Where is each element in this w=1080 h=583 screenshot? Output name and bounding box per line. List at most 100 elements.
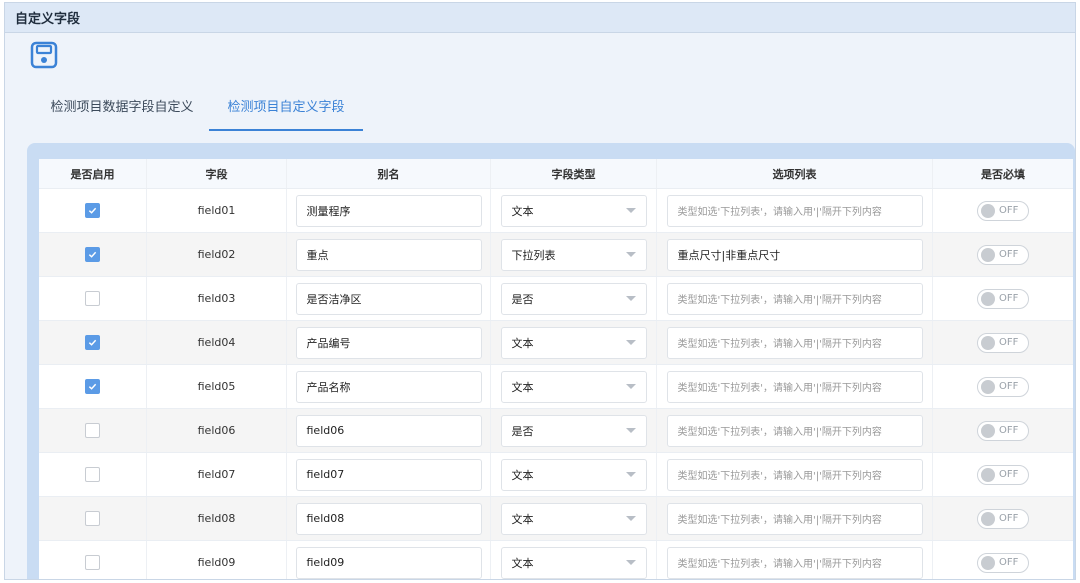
alias-cell: field08 — [287, 497, 491, 540]
alias-input[interactable]: field06 — [295, 414, 482, 447]
options-input[interactable]: 类型如选'下拉列表'，请输入用'|'隔开下列内容 — [666, 546, 923, 579]
field-type-value: 文本 — [511, 336, 534, 350]
required-cell: OFF — [933, 189, 1073, 232]
options-input[interactable]: 类型如选'下拉列表'，请输入用'|'隔开下列内容 — [666, 458, 923, 491]
alias-input[interactable]: field07 — [295, 458, 482, 491]
table-panel: 是否启用 字段 别名 字段类型 选项列表 是否必填 field01 测量程序 文本类… — [27, 143, 1075, 579]
toggle-label: OFF — [999, 249, 1019, 260]
table-row: field03 是否洁净区 是否 类型如选'下拉列表'，请输入用'|'隔开下列内容 OF… — [39, 277, 1073, 321]
required-toggle[interactable]: OFF — [977, 200, 1029, 221]
options-cell: 类型如选'下拉列表'，请输入用'|'隔开下列内容 — [657, 321, 933, 364]
chevron-down-icon — [625, 384, 636, 389]
alias-input[interactable]: 产品编号 — [295, 326, 482, 359]
tab-bar: 检测项目数据字段自定义 检测项目自定义字段 — [5, 87, 1075, 131]
toolbar — [5, 33, 1075, 77]
field-name-cell: field07 — [147, 453, 287, 496]
type-cell: 文本 — [491, 541, 657, 579]
field-type-select[interactable]: 是否 — [500, 282, 647, 315]
field-type-select[interactable]: 文本 — [500, 458, 647, 491]
field-type-select[interactable]: 下拉列表 — [500, 238, 647, 271]
checkmark-icon — [88, 207, 97, 214]
alias-input[interactable]: field08 — [295, 502, 482, 535]
toggle-label: OFF — [999, 381, 1019, 392]
alias-cell: field06 — [287, 409, 491, 452]
options-cell: 类型如选'下拉列表'，请输入用'|'隔开下列内容 — [657, 497, 933, 540]
required-cell: OFF — [933, 541, 1073, 579]
alias-input[interactable]: field09 — [295, 546, 482, 579]
field-type-select[interactable]: 文本 — [500, 194, 647, 227]
options-input[interactable]: 类型如选'下拉列表'，请输入用'|'隔开下列内容 — [666, 502, 923, 535]
enabled-cell — [39, 497, 147, 540]
type-cell: 文本 — [491, 321, 657, 364]
required-toggle[interactable]: OFF — [977, 376, 1029, 397]
enabled-cell — [39, 321, 147, 364]
enabled-checkbox[interactable] — [85, 335, 100, 350]
enabled-checkbox[interactable] — [85, 291, 100, 306]
field-type-value: 是否 — [511, 424, 534, 438]
field-type-select[interactable]: 文本 — [500, 370, 647, 403]
toggle-knob — [981, 335, 995, 350]
table-row: field05 产品名称 文本 类型如选'下拉列表'，请输入用'|'隔开下列内容 OFF — [39, 365, 1073, 409]
alias-cell: 产品名称 — [287, 365, 491, 408]
options-cell: 重点尺寸|非重点尺寸 — [657, 233, 933, 276]
options-cell: 类型如选'下拉列表'，请输入用'|'隔开下列内容 — [657, 453, 933, 496]
options-cell: 类型如选'下拉列表'，请输入用'|'隔开下列内容 — [657, 409, 933, 452]
options-cell: 类型如选'下拉列表'，请输入用'|'隔开下列内容 — [657, 541, 933, 579]
enabled-cell — [39, 277, 147, 320]
required-toggle[interactable]: OFF — [977, 552, 1029, 573]
tab-custom-field[interactable]: 检测项目自定义字段 — [209, 87, 363, 131]
required-toggle[interactable]: OFF — [977, 420, 1029, 441]
options-input[interactable]: 重点尺寸|非重点尺寸 — [666, 238, 923, 271]
field-type-select[interactable]: 是否 — [500, 414, 647, 447]
options-input[interactable]: 类型如选'下拉列表'，请输入用'|'隔开下列内容 — [666, 370, 923, 403]
enabled-checkbox[interactable] — [85, 247, 100, 262]
checkmark-icon — [88, 339, 97, 346]
alias-input[interactable]: 是否洁净区 — [295, 282, 482, 315]
table-row: field02 重点 下拉列表 重点尺寸|非重点尺寸 OFF — [39, 233, 1073, 277]
required-toggle[interactable]: OFF — [977, 288, 1029, 309]
header-options: 选项列表 — [657, 159, 933, 188]
field-name: field09 — [197, 556, 236, 569]
tab-data-field-custom[interactable]: 检测项目数据字段自定义 — [33, 87, 211, 129]
toggle-label: OFF — [999, 293, 1019, 304]
field-name: field05 — [197, 380, 236, 393]
enabled-checkbox[interactable] — [85, 511, 100, 526]
chevron-down-icon — [625, 252, 636, 257]
field-name-cell: field01 — [147, 189, 287, 232]
field-name: field04 — [197, 336, 236, 349]
field-type-value: 文本 — [511, 380, 534, 394]
custom-fields-window: 自定义字段 检测项目数据字段自定义 检测项目自定义字段 是否启用 字段 别名 字… — [4, 2, 1076, 580]
required-toggle[interactable]: OFF — [977, 332, 1029, 353]
options-input[interactable]: 类型如选'下拉列表'，请输入用'|'隔开下列内容 — [666, 282, 923, 315]
alias-input[interactable]: 重点 — [295, 238, 482, 271]
enabled-checkbox[interactable] — [85, 467, 100, 482]
alias-input[interactable]: 测量程序 — [295, 194, 482, 227]
alias-cell: field09 — [287, 541, 491, 579]
alias-cell: 测量程序 — [287, 189, 491, 232]
table-row: field07 field07 文本 类型如选'下拉列表'，请输入用'|'隔开下列内容… — [39, 453, 1073, 497]
field-type-select[interactable]: 文本 — [500, 326, 647, 359]
options-cell: 类型如选'下拉列表'，请输入用'|'隔开下列内容 — [657, 365, 933, 408]
options-cell: 类型如选'下拉列表'，请输入用'|'隔开下列内容 — [657, 277, 933, 320]
alias-cell: 是否洁净区 — [287, 277, 491, 320]
field-type-value: 是否 — [511, 292, 534, 306]
field-type-select[interactable]: 文本 — [500, 546, 647, 579]
alias-input[interactable]: 产品名称 — [295, 370, 482, 403]
enabled-checkbox[interactable] — [85, 379, 100, 394]
enabled-checkbox[interactable] — [85, 423, 100, 438]
save-icon[interactable] — [29, 40, 59, 70]
required-toggle[interactable]: OFF — [977, 508, 1029, 529]
required-toggle[interactable]: OFF — [977, 464, 1029, 485]
type-cell: 是否 — [491, 409, 657, 452]
enabled-cell — [39, 189, 147, 232]
field-type-select[interactable]: 文本 — [500, 502, 647, 535]
enabled-checkbox[interactable] — [85, 555, 100, 570]
toggle-label: OFF — [999, 337, 1019, 348]
options-input[interactable]: 类型如选'下拉列表'，请输入用'|'隔开下列内容 — [666, 194, 923, 227]
toggle-knob — [981, 555, 995, 570]
required-toggle[interactable]: OFF — [977, 244, 1029, 265]
options-input[interactable]: 类型如选'下拉列表'，请输入用'|'隔开下列内容 — [666, 414, 923, 447]
enabled-checkbox[interactable] — [85, 203, 100, 218]
required-cell: OFF — [933, 321, 1073, 364]
options-input[interactable]: 类型如选'下拉列表'，请输入用'|'隔开下列内容 — [666, 326, 923, 359]
